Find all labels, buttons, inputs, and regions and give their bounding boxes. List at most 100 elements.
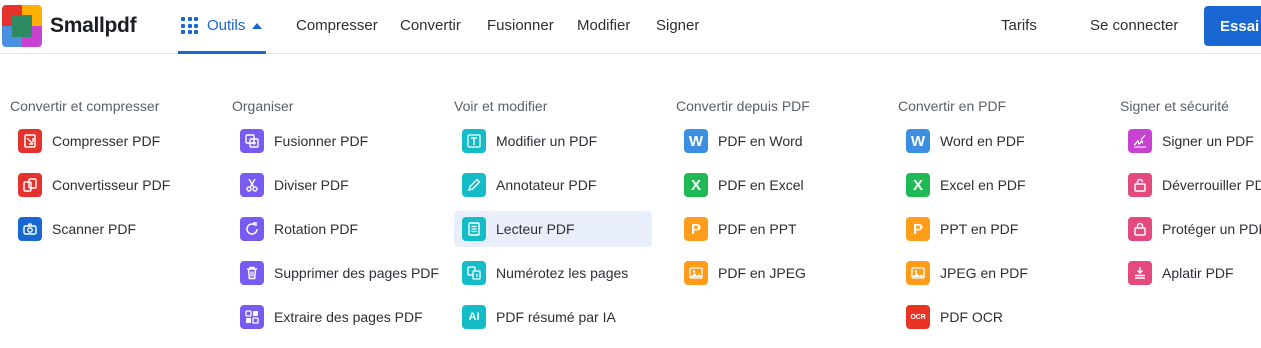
excel-icon: X <box>684 173 708 197</box>
word-glyph: W <box>910 132 926 150</box>
menu-item-label: JPEG en PDF <box>940 265 1028 281</box>
text-edit-icon <box>462 129 486 153</box>
menu-item-label: Scanner PDF <box>52 221 137 237</box>
menu-item-annotator-pdf[interactable]: Annotateur PDF <box>454 167 652 203</box>
menu-item-label: Protéger un PDF <box>1162 221 1261 237</box>
menu-item-reader-pdf[interactable]: Lecteur PDF <box>454 211 652 247</box>
menu-item-split-pdf[interactable]: Diviser PDF <box>232 167 430 203</box>
flatten-icon <box>1128 261 1152 285</box>
logo-mark-icon <box>2 5 42 47</box>
menu-item-label: PDF en Excel <box>718 177 804 193</box>
menu-item-delete-pages[interactable]: Supprimer des pages PDF <box>232 255 439 291</box>
menu-item-label: PDF en PPT <box>718 221 797 237</box>
menu-item-pdf-to-word[interactable]: W PDF en Word <box>676 123 874 159</box>
menu-item-pdf-to-jpeg[interactable]: PDF en JPEG <box>676 255 874 291</box>
menu-item-sign-pdf[interactable]: Signer un PDF <box>1120 123 1261 159</box>
menu-item-label: Excel en PDF <box>940 177 1026 193</box>
nav-sign[interactable]: Signer <box>656 17 699 34</box>
menu-item-ppt-to-pdf[interactable]: P PPT en PDF <box>898 211 1096 247</box>
nav-convert[interactable]: Convertir <box>400 17 461 34</box>
menu-item-label: PDF en Word <box>718 133 803 149</box>
menu-item-label: Aplatir PDF <box>1162 265 1234 281</box>
menu-item-pdf-to-excel[interactable]: X PDF en Excel <box>676 167 874 203</box>
menu-item-pdf-ocr[interactable]: OCR PDF OCR <box>898 299 1096 335</box>
caret-up-icon <box>252 22 263 29</box>
word-icon: W <box>906 129 930 153</box>
menu-item-label: Convertisseur PDF <box>52 177 171 193</box>
scissors-icon <box>240 173 264 197</box>
menu-item-pdf-converter[interactable]: Convertisseur PDF <box>10 167 208 203</box>
menu-item-label: PDF OCR <box>940 309 1003 325</box>
image-icon <box>906 261 930 285</box>
convert-icon <box>18 173 42 197</box>
menu-item-label: Numérotez les pages <box>496 265 629 281</box>
ai-glyph: AI <box>468 310 480 323</box>
menu-item-label: Signer un PDF <box>1162 133 1254 149</box>
ppt-icon: P <box>684 217 708 241</box>
excel-glyph: X <box>690 176 701 194</box>
menu-item-compress-pdf[interactable]: Compresser PDF <box>10 123 208 159</box>
menu-item-protect-pdf[interactable]: Protéger un PDF <box>1120 211 1261 247</box>
menu-item-extract-pages[interactable]: Extraire des pages PDF <box>232 299 430 335</box>
extract-icon <box>240 305 264 329</box>
merge-icon <box>240 129 264 153</box>
menu-item-unlock-pdf[interactable]: Déverrouiller PDF <box>1120 167 1261 203</box>
pencil-icon <box>462 173 486 197</box>
free-trial-button[interactable]: Essai <box>1204 6 1261 46</box>
column-title: Signer et sécurité <box>1120 98 1229 114</box>
camera-icon <box>18 217 42 241</box>
menu-item-label: Supprimer des pages PDF <box>274 265 439 281</box>
unlock-icon <box>1128 173 1152 197</box>
excel-icon: X <box>906 173 930 197</box>
menu-item-label: Diviser PDF <box>274 177 349 193</box>
nav-edit[interactable]: Modifier <box>577 17 630 34</box>
top-navigation-bar: Smallpdf Outils Compresser Convertir Fus… <box>0 0 1261 54</box>
smallpdf-logo[interactable]: Smallpdf <box>2 5 137 47</box>
menu-item-label: Rotation PDF <box>274 221 359 237</box>
menu-item-jpeg-to-pdf[interactable]: JPEG en PDF <box>898 255 1096 291</box>
nav-merge[interactable]: Fusionner <box>487 17 554 34</box>
menu-item-merge-pdf[interactable]: Fusionner PDF <box>232 123 430 159</box>
menu-item-pdf-to-ppt[interactable]: P PDF en PPT <box>676 211 874 247</box>
word-glyph: W <box>688 132 704 150</box>
ocr-icon: OCR <box>906 305 930 329</box>
menu-item-label: Lecteur PDF <box>496 221 575 237</box>
menu-item-label: Word en PDF <box>940 133 1025 149</box>
word-icon: W <box>684 129 708 153</box>
signature-icon <box>1128 129 1152 153</box>
lock-icon <box>1128 217 1152 241</box>
image-icon <box>684 261 708 285</box>
menu-item-label: PPT en PDF <box>940 221 1019 237</box>
menu-item-label: PDF résumé par IA <box>496 309 616 325</box>
reader-icon <box>462 217 486 241</box>
trash-icon <box>240 261 264 285</box>
column-title: Voir et modifier <box>454 98 548 114</box>
column-title: Convertir et compresser <box>10 98 160 114</box>
ppt-glyph: P <box>690 220 701 238</box>
nav-pricing[interactable]: Tarifs <box>1001 17 1037 34</box>
menu-item-label: Compresser PDF <box>52 133 161 149</box>
ocr-glyph: OCR <box>910 313 926 321</box>
ai-icon: AI <box>462 305 486 329</box>
menu-item-edit-pdf[interactable]: Modifier un PDF <box>454 123 652 159</box>
menu-item-word-to-pdf[interactable]: W Word en PDF <box>898 123 1096 159</box>
menu-item-label: Déverrouiller PDF <box>1162 177 1261 193</box>
tools-menu-label: Outils <box>207 17 246 34</box>
menu-item-label: PDF en JPEG <box>718 265 806 281</box>
menu-item-label: Extraire des pages PDF <box>274 309 423 325</box>
menu-item-flatten-pdf[interactable]: Aplatir PDF <box>1120 255 1261 291</box>
menu-item-number-pages[interactable]: Numérotez les pages <box>454 255 652 291</box>
menu-item-label: Modifier un PDF <box>496 133 598 149</box>
page-numbers-icon <box>462 261 486 285</box>
menu-item-rotate-pdf[interactable]: Rotation PDF <box>232 211 430 247</box>
column-title: Convertir depuis PDF <box>676 98 810 114</box>
tools-menu-button[interactable]: Outils <box>178 0 266 54</box>
compress-icon <box>18 129 42 153</box>
menu-item-excel-to-pdf[interactable]: X Excel en PDF <box>898 167 1096 203</box>
menu-item-scanner-pdf[interactable]: Scanner PDF <box>10 211 208 247</box>
nav-compress[interactable]: Compresser <box>296 17 378 34</box>
column-title: Organiser <box>232 98 294 114</box>
menu-item-label: Fusionner PDF <box>274 133 369 149</box>
sign-in-button[interactable]: Se connecter <box>1090 17 1178 34</box>
menu-item-ai-summary[interactable]: AI PDF résumé par IA <box>454 299 652 335</box>
